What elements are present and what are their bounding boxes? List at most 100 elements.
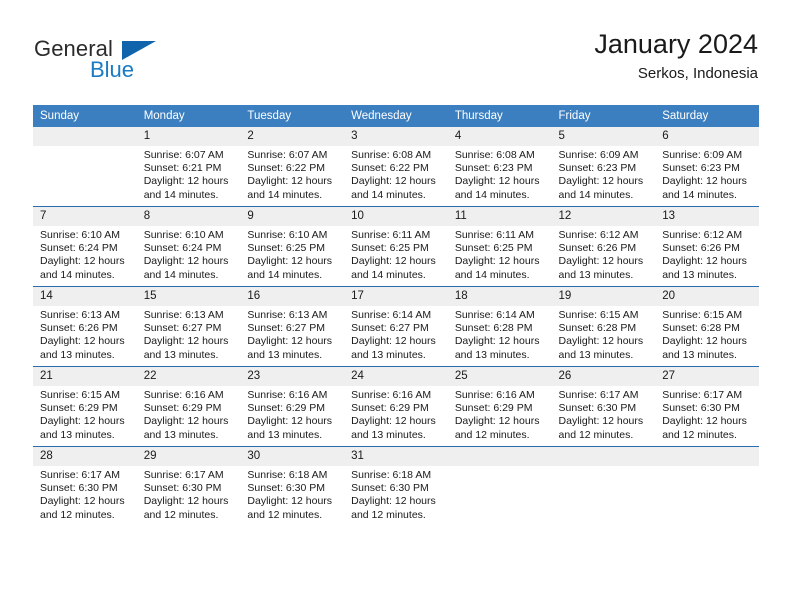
- day-details: Sunrise: 6:12 AM Sunset: 6:26 PM Daylight:…: [552, 226, 656, 282]
- sunrise-text: Sunrise: 6:10 AM: [143, 229, 224, 241]
- calendar-day-cell[interactable]: 31 Sunrise: 6:18 AM Sunset: 6:30 PM Dayligh…: [344, 446, 448, 526]
- calendar-day-cell[interactable]: 20 Sunrise: 6:15 AM Sunset: 6:28 PM Dayligh…: [655, 286, 759, 367]
- sunset-text: Sunset: 6:30 PM: [143, 482, 222, 495]
- daylight-text-line2: and 14 minutes.: [351, 188, 426, 201]
- day-number: 13: [655, 207, 759, 226]
- calendar-day-cell[interactable]: 18 Sunrise: 6:14 AM Sunset: 6:28 PM Dayligh…: [447, 286, 552, 367]
- calendar-day-cell[interactable]: 12 Sunrise: 6:12 AM Sunset: 6:26 PM Dayligh…: [551, 206, 656, 287]
- sunrise-text: Sunrise: 6:11 AM: [454, 229, 534, 241]
- daylight-text-line2: and 14 minutes.: [662, 188, 737, 201]
- calendar-day-cell[interactable]: 28 Sunrise: 6:17 AM Sunset: 6:30 PM Dayligh…: [33, 446, 137, 526]
- calendar-day-cell[interactable]: 2 Sunrise: 6:07 AM Sunset: 6:22 PM Daylight…: [240, 127, 345, 207]
- day-details: Sunrise: 6:13 AM Sunset: 6:27 PM Daylight:…: [240, 306, 344, 362]
- sunset-text: Sunset: 6:29 PM: [247, 402, 326, 415]
- day-number: 5: [551, 127, 656, 146]
- calendar-day-cell[interactable]: 14 Sunrise: 6:13 AM Sunset: 6:26 PM Dayligh…: [33, 286, 137, 367]
- sunset-text: Sunset: 6:22 PM: [351, 162, 429, 175]
- calendar-day-cell[interactable]: 24 Sunrise: 6:16 AM Sunset: 6:29 PM Dayligh…: [344, 366, 448, 447]
- sunrise-text: Sunrise: 6:10 AM: [40, 229, 120, 241]
- daylight-text-line2: and 13 minutes.: [558, 348, 634, 361]
- day-number: 31: [344, 447, 448, 466]
- daylight-text-line2: and 14 minutes.: [247, 268, 323, 281]
- calendar-day-cell[interactable]: 5 Sunrise: 6:09 AM Sunset: 6:23 PM Daylight…: [551, 127, 656, 207]
- daylight-text-line1: Daylight: 12 hours: [247, 175, 333, 188]
- sunrise-text: Sunrise: 6:16 AM: [454, 389, 535, 401]
- sunrise-text: Sunrise: 6:16 AM: [247, 389, 328, 401]
- calendar-day-cell[interactable]: 4 Sunrise: 6:08 AM Sunset: 6:23 PM Daylight…: [447, 127, 552, 207]
- daylight-text-line1: Daylight: 12 hours: [351, 175, 436, 188]
- calendar-day-cell[interactable]: 8 Sunrise: 6:10 AM Sunset: 6:24 PM Daylight…: [136, 206, 241, 287]
- calendar-table: Sunday Monday Tuesday Wednesday Thursday…: [33, 105, 759, 526]
- day-number: 27: [655, 367, 759, 386]
- calendar-day-cell[interactable]: 9 Sunrise: 6:10 AM Sunset: 6:25 PM Daylight…: [240, 206, 345, 287]
- sunrise-text: Sunrise: 6:13 AM: [247, 309, 328, 321]
- calendar-day-cell[interactable]: 15 Sunrise: 6:13 AM Sunset: 6:27 PM Dayligh…: [136, 286, 241, 367]
- day-number: 17: [344, 287, 448, 306]
- daylight-text-line2: and 13 minutes.: [454, 348, 530, 361]
- daylight-text-line2: and 13 minutes.: [351, 348, 426, 361]
- sunrise-text: Sunrise: 6:12 AM: [662, 229, 743, 241]
- calendar-day-cell[interactable]: 10 Sunrise: 6:11 AM Sunset: 6:25 PM Dayligh…: [344, 206, 448, 287]
- sunrise-text: Sunrise: 6:18 AM: [351, 469, 432, 481]
- day-details: Sunrise: 6:18 AM Sunset: 6:30 PM Daylight:…: [344, 466, 448, 522]
- sunrise-text: Sunrise: 6:17 AM: [143, 469, 224, 481]
- daylight-text-line2: and 12 minutes.: [143, 508, 219, 521]
- daylight-text-line1: Daylight: 12 hours: [662, 175, 747, 188]
- daylight-text-line1: Daylight: 12 hours: [351, 255, 436, 268]
- sunset-text: Sunset: 6:28 PM: [454, 322, 533, 335]
- general-blue-logo[interactable]: General Blue: [34, 36, 214, 92]
- sunrise-text: Sunrise: 6:11 AM: [351, 229, 431, 241]
- day-details: Sunrise: 6:15 AM Sunset: 6:29 PM Daylight:…: [33, 386, 137, 442]
- day-details: Sunrise: 6:15 AM Sunset: 6:28 PM Daylight:…: [552, 306, 656, 362]
- calendar-day-cell-empty: [551, 446, 656, 526]
- title-block: January 2024 Serkos, Indonesia: [594, 28, 758, 85]
- day-details: Sunrise: 6:10 AM Sunset: 6:24 PM Daylight:…: [137, 226, 241, 282]
- sunrise-text: Sunrise: 6:15 AM: [558, 309, 639, 321]
- calendar-day-cell[interactable]: 27 Sunrise: 6:17 AM Sunset: 6:30 PM Dayligh…: [655, 366, 759, 447]
- daylight-text-line1: Daylight: 12 hours: [247, 495, 333, 508]
- calendar-day-cell[interactable]: 22 Sunrise: 6:16 AM Sunset: 6:29 PM Dayligh…: [136, 366, 241, 447]
- calendar-day-cell[interactable]: 3 Sunrise: 6:08 AM Sunset: 6:22 PM Daylight…: [344, 127, 448, 207]
- calendar-day-cell[interactable]: 26 Sunrise: 6:17 AM Sunset: 6:30 PM Dayligh…: [551, 366, 656, 447]
- sunset-text: Sunset: 6:26 PM: [558, 242, 637, 255]
- sunset-text: Sunset: 6:29 PM: [143, 402, 222, 415]
- calendar-day-cell[interactable]: 11 Sunrise: 6:11 AM Sunset: 6:25 PM Dayligh…: [447, 206, 552, 287]
- sunset-text: Sunset: 6:25 PM: [351, 242, 429, 255]
- calendar-day-cell[interactable]: 1 Sunrise: 6:07 AM Sunset: 6:21 PM Daylight…: [136, 127, 241, 207]
- day-number: 26: [551, 367, 656, 386]
- daylight-text-line2: and 14 minutes.: [454, 268, 530, 281]
- day-details: Sunrise: 6:09 AM Sunset: 6:23 PM Daylight:…: [655, 146, 759, 202]
- daylight-text-line1: Daylight: 12 hours: [558, 415, 644, 428]
- sunrise-text: Sunrise: 6:14 AM: [454, 309, 535, 321]
- day-number: 6: [655, 127, 759, 146]
- calendar-day-cell[interactable]: 23 Sunrise: 6:16 AM Sunset: 6:29 PM Dayligh…: [240, 366, 345, 447]
- daylight-text-line2: and 12 minutes.: [454, 428, 530, 441]
- calendar-day-cell[interactable]: 13 Sunrise: 6:12 AM Sunset: 6:26 PM Dayligh…: [655, 206, 759, 287]
- calendar-day-cell[interactable]: 6 Sunrise: 6:09 AM Sunset: 6:23 PM Daylight…: [655, 127, 759, 207]
- sunrise-text: Sunrise: 6:09 AM: [558, 149, 639, 161]
- sunset-text: Sunset: 6:29 PM: [40, 402, 118, 415]
- page-subtitle: Serkos, Indonesia: [637, 65, 758, 82]
- calendar-day-cell[interactable]: 30 Sunrise: 6:18 AM Sunset: 6:30 PM Dayligh…: [240, 446, 345, 526]
- calendar-day-cell[interactable]: 25 Sunrise: 6:16 AM Sunset: 6:29 PM Dayligh…: [447, 366, 552, 447]
- sunset-text: Sunset: 6:29 PM: [351, 402, 429, 415]
- calendar-day-cell[interactable]: 17 Sunrise: 6:14 AM Sunset: 6:27 PM Dayligh…: [344, 286, 448, 367]
- day-details: Sunrise: 6:14 AM Sunset: 6:27 PM Daylight:…: [344, 306, 448, 362]
- sunrise-text: Sunrise: 6:10 AM: [247, 229, 328, 241]
- page-title: January 2024: [594, 29, 758, 59]
- day-number: 10: [344, 207, 448, 226]
- daylight-text-line1: Daylight: 12 hours: [558, 175, 644, 188]
- sunset-text: Sunset: 6:30 PM: [662, 402, 740, 415]
- day-number: 30: [240, 447, 345, 466]
- calendar-day-cell[interactable]: 7 Sunrise: 6:10 AM Sunset: 6:24 PM Daylight…: [33, 206, 137, 287]
- calendar-week-row: 14 Sunrise: 6:13 AM Sunset: 6:26 PM Dayligh…: [33, 286, 759, 367]
- calendar-day-cell[interactable]: 29 Sunrise: 6:17 AM Sunset: 6:30 PM Dayligh…: [136, 446, 241, 526]
- sunset-text: Sunset: 6:26 PM: [662, 242, 740, 255]
- calendar-day-cell[interactable]: 19 Sunrise: 6:15 AM Sunset: 6:28 PM Dayligh…: [551, 286, 656, 367]
- sunrise-text: Sunrise: 6:13 AM: [40, 309, 120, 321]
- sunset-text: Sunset: 6:27 PM: [247, 322, 326, 335]
- sunset-text: Sunset: 6:30 PM: [40, 482, 118, 495]
- calendar-day-cell[interactable]: 21 Sunrise: 6:15 AM Sunset: 6:29 PM Dayligh…: [33, 366, 137, 447]
- calendar-day-cell[interactable]: 16 Sunrise: 6:13 AM Sunset: 6:27 PM Dayligh…: [240, 286, 345, 367]
- day-number: [447, 447, 552, 466]
